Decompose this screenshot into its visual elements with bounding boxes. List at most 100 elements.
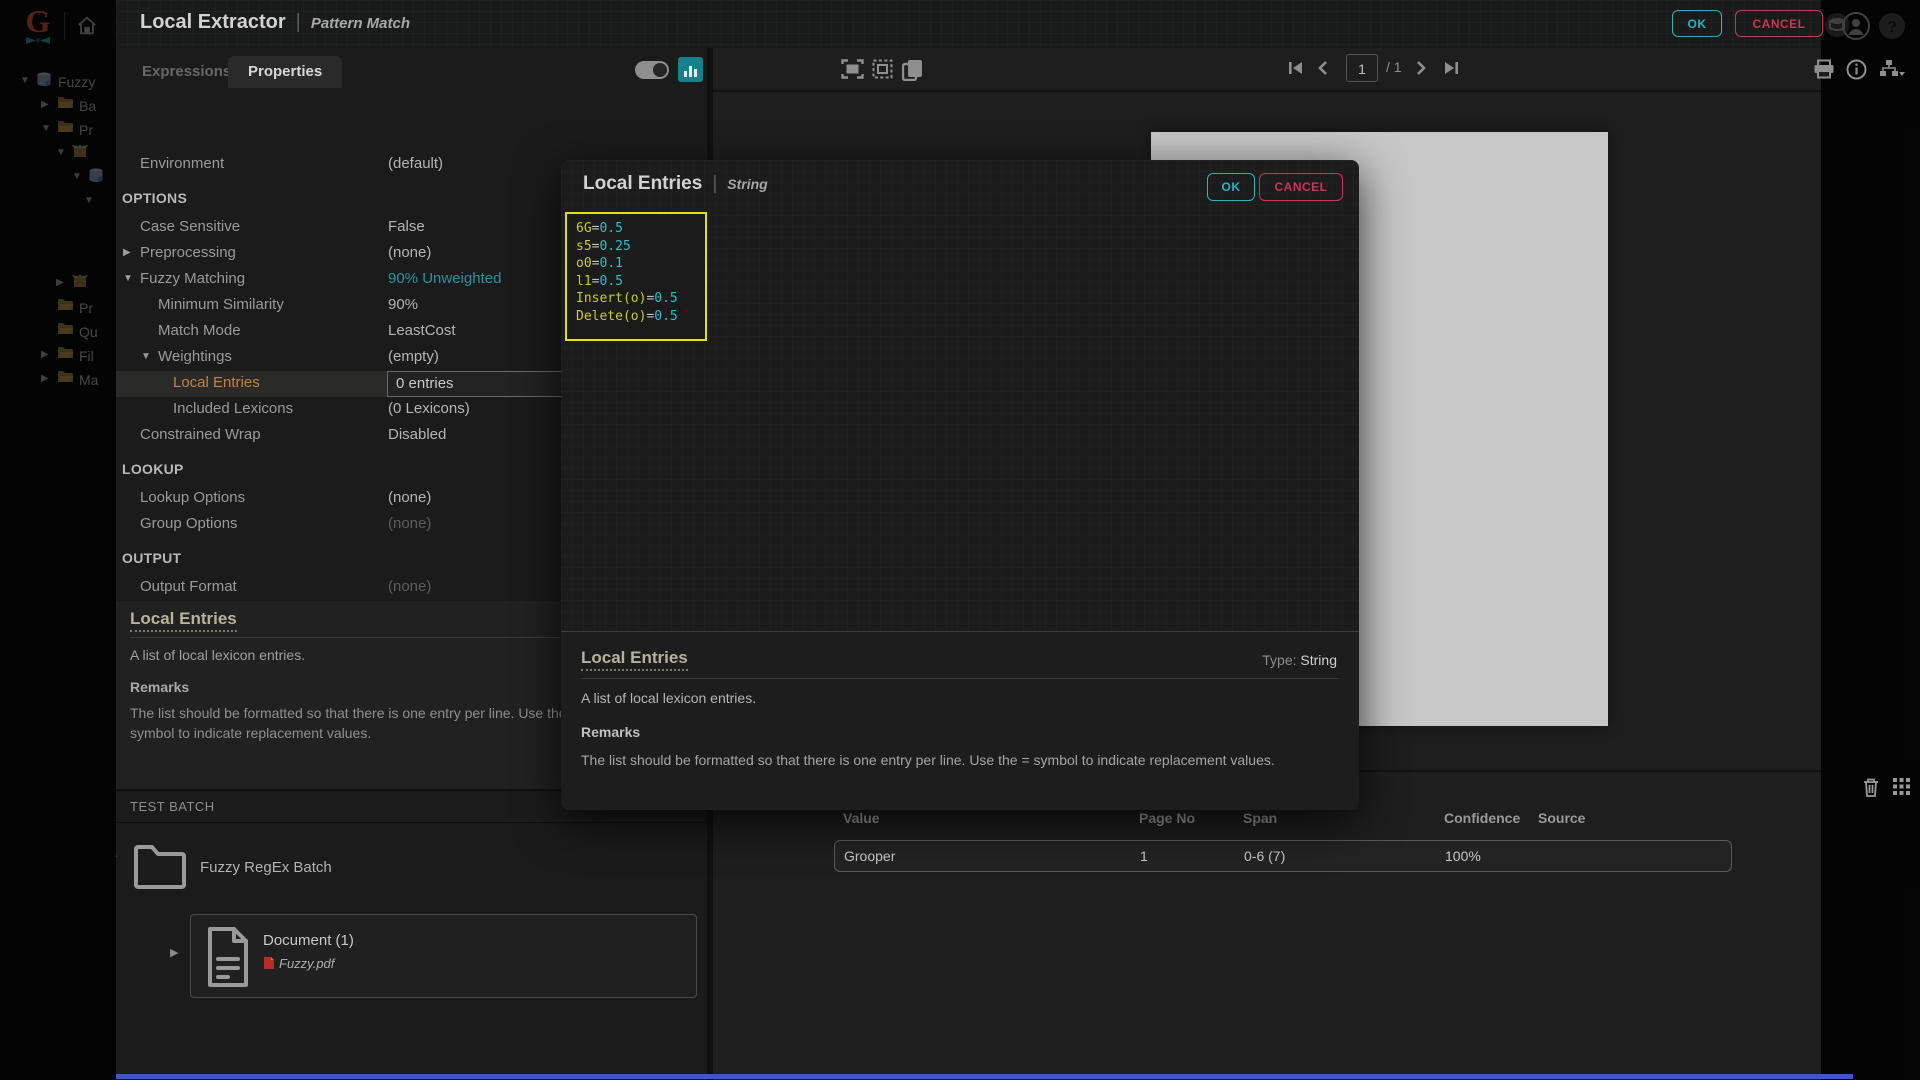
column-header-source[interactable]: Source	[1529, 810, 1732, 836]
title-separator: |	[295, 11, 301, 33]
property-label: Output Format	[140, 578, 237, 595]
property-value[interactable]: (none)	[388, 244, 431, 261]
remarks-label: Remarks	[130, 679, 190, 695]
lexicon-entry-6g: 6G=0.5	[576, 221, 623, 236]
dialog-title: Local Entries | String	[583, 173, 768, 195]
property-label: Weightings	[158, 348, 232, 365]
lexicon-entry-insert-o: Insert(o)=0.5	[576, 291, 678, 306]
property-value[interactable]: 90%	[388, 296, 418, 313]
column-grid-icon[interactable]	[1893, 778, 1910, 795]
test-batch-label: TEST BATCH	[130, 799, 215, 814]
result-cell-span: 0-6 (7)	[1244, 848, 1286, 864]
property-label: Minimum Similarity	[158, 296, 284, 313]
property-label: Match Mode	[158, 322, 241, 339]
result-row-grooper[interactable]: Grooper 1 0-6 (7) 100%	[834, 840, 1732, 872]
dialog-ok-button[interactable]: OK	[1207, 173, 1255, 201]
entries-text-editor[interactable]: 6G=0.5 s5=0.25 o0=0.1 l1=0.5 Insert(o)=0.5 De…	[565, 212, 707, 341]
window-title-text: Local Extractor	[140, 11, 286, 33]
dialog-cancel-button[interactable]: CANCEL	[1259, 173, 1343, 201]
viewer-toolbar: 1 / 1	[713, 48, 1905, 92]
lexicon-entry-s5: s5=0.25	[576, 238, 631, 254]
help-heading: Local Entries	[581, 648, 688, 671]
fit-view-icon[interactable]	[841, 59, 864, 79]
dialog-help-panel: Local Entries Type: String A list of loc…	[561, 632, 1359, 810]
pages-icon[interactable]	[902, 59, 923, 81]
column-header-value[interactable]: Value	[834, 810, 1130, 836]
column-header-span[interactable]: Span	[1234, 810, 1435, 836]
section-label: OUTPUT	[122, 550, 182, 566]
property-label: Included Lexicons	[173, 400, 294, 417]
pdf-icon	[263, 956, 275, 970]
collapse-arrow-icon[interactable]: ▶	[123, 247, 131, 258]
lexicon-entry-o0: o0=0.1	[576, 256, 623, 271]
print-icon[interactable]	[1813, 59, 1835, 79]
result-cell-page-no: 1	[1140, 848, 1148, 864]
toggle-knob	[653, 63, 667, 77]
divider	[116, 822, 707, 823]
property-value[interactable]: (empty)	[388, 348, 439, 365]
property-value[interactable]: (none)	[388, 489, 431, 506]
column-header-page-no[interactable]: Page No	[1130, 810, 1234, 836]
property-label: Preprocessing	[140, 244, 236, 261]
last-page-icon[interactable]	[1443, 61, 1459, 75]
delete-results-icon[interactable]	[1863, 778, 1879, 797]
expand-arrow-icon[interactable]: ▼	[141, 351, 151, 362]
document-card[interactable]: Document (1) Fuzzy.pdf	[190, 914, 697, 998]
page-total: / 1	[1386, 59, 1402, 75]
dialog-title-text: Local Entries	[583, 173, 703, 194]
tab-properties[interactable]: Properties	[228, 56, 343, 88]
expand-arrow-icon[interactable]: ▼	[123, 273, 133, 284]
document-title: Document (1)	[263, 932, 354, 949]
window-ok-button[interactable]: OK	[1672, 10, 1722, 37]
property-label: Environment	[140, 155, 225, 172]
property-label: Group Options	[140, 515, 238, 532]
diagnostics-chart-button[interactable]	[678, 57, 703, 82]
property-label: Case Sensitive	[140, 218, 241, 235]
property-value: 0 entries	[396, 375, 454, 392]
tree-view-icon[interactable]	[1879, 59, 1905, 79]
info-icon[interactable]	[1846, 59, 1867, 80]
result-cell-value: Grooper	[844, 848, 896, 864]
column-header-confidence[interactable]: Confidence	[1435, 810, 1529, 836]
property-value[interactable]: 90% Unweighted	[388, 270, 501, 287]
window-title: Local Extractor | Pattern Match	[140, 11, 410, 34]
document-file: Fuzzy.pdf	[263, 956, 334, 971]
property-value[interactable]: (none)	[388, 578, 431, 595]
property-label: Fuzzy Matching	[140, 270, 246, 287]
expand-arrow-icon[interactable]: ▶	[170, 946, 178, 959]
batch-root-label[interactable]: Fuzzy RegEx Batch	[200, 859, 332, 876]
property-value[interactable]: LeastCost	[388, 322, 456, 339]
local-entries-dialog: Local Entries | String OK CANCEL 6G=0.5 s5=…	[561, 160, 1359, 810]
section-label: LOOKUP	[122, 461, 184, 477]
batch-folder-icon[interactable]	[132, 841, 188, 891]
next-page-icon[interactable]	[1416, 61, 1426, 75]
property-value[interactable]: (default)	[388, 155, 443, 172]
lexicon-entry-delete-o: Delete(o)=0.5	[576, 308, 678, 324]
lexicon-entry-l1: l1=0.5	[576, 273, 623, 289]
help-heading: Local Entries	[130, 609, 237, 632]
property-value[interactable]: (none)	[388, 515, 431, 532]
remarks-text: The list should be formatted so that the…	[130, 705, 579, 741]
help-description: A list of local lexicon entries.	[130, 647, 306, 663]
property-value[interactable]: (0 Lexicons)	[388, 400, 470, 417]
window-cancel-button[interactable]: CANCEL	[1735, 10, 1823, 37]
dialog-type-subtitle: String	[727, 176, 768, 192]
property-value[interactable]: Disabled	[388, 426, 446, 443]
select-region-icon[interactable]	[872, 59, 893, 79]
document-icon	[206, 925, 250, 989]
page-number-input[interactable]: 1	[1346, 54, 1378, 82]
results-rows: Grooper 1 0-6 (7) 100%	[834, 840, 1732, 872]
property-label: Lookup Options	[140, 489, 246, 506]
previous-page-icon[interactable]	[1318, 61, 1328, 75]
result-cell-confidence: 100%	[1445, 848, 1481, 864]
title-separator: |	[712, 173, 718, 194]
property-label: Local Entries	[173, 374, 260, 391]
window-subtitle: Pattern Match	[310, 15, 410, 32]
type-indicator: Type: String	[1262, 652, 1337, 668]
first-page-icon[interactable]	[1288, 61, 1304, 75]
expand-arrow-icon[interactable]: ▼	[116, 853, 119, 865]
section-label: OPTIONS	[122, 190, 188, 206]
panel-toggle-switch[interactable]	[635, 61, 669, 79]
property-value[interactable]: False	[388, 218, 425, 235]
property-label: Constrained Wrap	[140, 426, 261, 443]
